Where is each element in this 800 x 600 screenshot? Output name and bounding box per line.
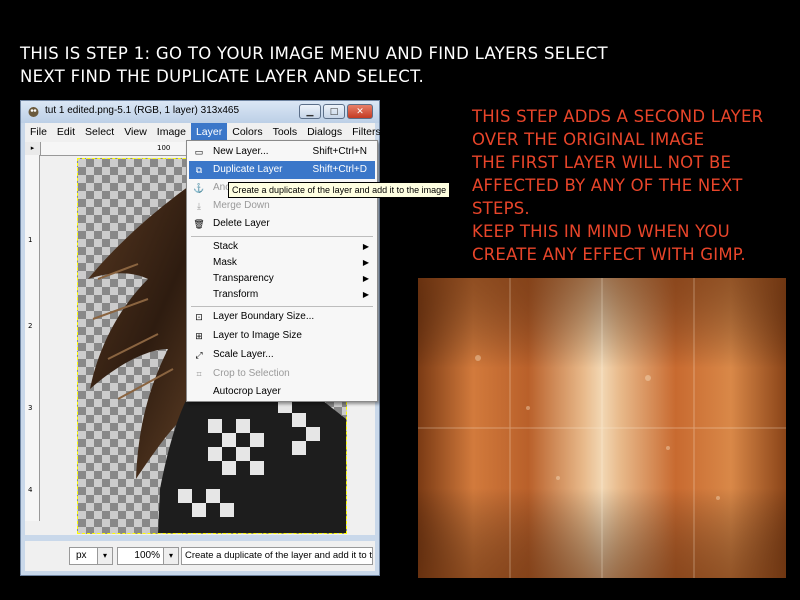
ruler-label: 4	[28, 486, 33, 494]
heading-line-2: NEXT FIND THE DUPLICATE LAYER AND SELECT…	[20, 67, 425, 86]
close-button[interactable]: ✕	[347, 104, 373, 119]
menu-separator	[191, 306, 373, 307]
layer-to-image-icon: ⊞	[195, 331, 203, 341]
window-title: tut 1 edited.png-5.1 (RGB, 1 layer) 313x…	[45, 105, 240, 116]
unit-select[interactable]: px ▾	[69, 547, 113, 565]
menu-item-label: Crop to Selection	[213, 368, 290, 379]
chevron-down-icon[interactable]: ▾	[163, 548, 178, 564]
duplicate-layer-icon: ⧉	[195, 165, 203, 175]
menu-select[interactable]: Select	[80, 123, 119, 142]
menu-separator	[191, 236, 373, 237]
copper-texture-image	[418, 278, 786, 578]
new-layer-icon: ▭	[194, 147, 204, 157]
menu-edit[interactable]: Edit	[52, 123, 80, 142]
menu-item-label: Mask	[213, 257, 237, 268]
scale-icon: ⤢	[195, 350, 203, 360]
note-line: AFFECTED BY ANY OF THE NEXT	[472, 176, 743, 195]
window-titlebar[interactable]: tut 1 edited.png-5.1 (RGB, 1 layer) 313x…	[21, 101, 379, 123]
menu-item-label: Autocrop Layer	[213, 386, 281, 397]
menu-item-shortcut: Shift+Ctrl+N	[312, 146, 367, 157]
quick-mask-toggle[interactable]: ▸	[25, 142, 41, 156]
status-message: Create a duplicate of the layer and add …	[181, 547, 373, 565]
menu-item-label: Layer to Image Size	[213, 330, 302, 341]
menu-item-label: Layer Boundary Size...	[213, 311, 315, 322]
status-bar: px ▾ 100% ▾ Create a duplicate of the la…	[25, 541, 375, 571]
unit-value: px	[76, 550, 87, 561]
menu-file[interactable]: File	[25, 123, 52, 142]
gimp-app-icon	[27, 105, 40, 118]
step-heading: THIS IS STEP 1: GO TO YOUR IMAGE MENU AN…	[20, 42, 608, 88]
menu-view[interactable]: View	[119, 123, 152, 142]
menu-item-merge-down[interactable]: ⤓ Merge Down	[189, 197, 375, 215]
note-line: OVER THE ORIGINAL IMAGE	[472, 130, 705, 149]
menu-item-label: Transparency	[213, 273, 274, 284]
menu-item-label: Duplicate Layer	[213, 164, 283, 175]
menu-item-delete-layer[interactable]: 🗑 Delete Layer	[189, 215, 375, 233]
chevron-down-icon[interactable]: ▾	[97, 548, 112, 564]
menu-item-label: New Layer...	[213, 146, 269, 157]
menu-item-label: Delete Layer	[213, 218, 270, 229]
menu-item-shortcut: Shift+Ctrl+D	[312, 164, 367, 175]
menu-item-crop-to-selection[interactable]: ⌗ Crop to Selection	[189, 365, 375, 383]
ruler-label: 100	[157, 144, 171, 152]
menu-item-label: Scale Layer...	[213, 349, 274, 360]
note-line: STEPS.	[472, 199, 530, 218]
maximize-button[interactable]: □	[323, 104, 345, 119]
layer-menu-dropdown: ▭ New Layer... Shift+Ctrl+N ⧉ Duplicate …	[186, 140, 378, 402]
minimize-button[interactable]: ▁	[299, 104, 321, 119]
zoom-value: 100%	[134, 550, 160, 561]
menu-item-layer-to-image-size[interactable]: ⊞ Layer to Image Size	[189, 327, 375, 345]
vertical-ruler[interactable]: 1 2 3 4	[25, 155, 40, 521]
heading-line-1: THIS IS STEP 1: GO TO YOUR IMAGE MENU AN…	[20, 44, 608, 63]
ruler-label: 2	[28, 322, 33, 330]
duplicate-layer-tooltip: Create a duplicate of the layer and add …	[228, 182, 451, 198]
merge-down-icon: ⤓	[197, 201, 201, 211]
menu-item-scale-layer[interactable]: ⤢ Scale Layer...	[189, 346, 375, 364]
note-line: KEEP THIS IN MIND WHEN YOU	[472, 222, 730, 241]
ruler-label: 3	[28, 404, 33, 412]
menu-item-autocrop-layer[interactable]: Autocrop Layer	[189, 383, 375, 401]
step-note: THIS STEP ADDS A SECOND LAYER OVER THE O…	[472, 105, 763, 266]
note-line: CREATE ANY EFFECT WITH GIMP.	[472, 245, 746, 264]
note-line: THIS STEP ADDS A SECOND LAYER	[472, 107, 764, 126]
ruler-label: 1	[28, 236, 33, 244]
menu-item-duplicate-layer[interactable]: ⧉ Duplicate Layer Shift+Ctrl+D	[189, 161, 375, 179]
anchor-icon: ⚓	[193, 183, 205, 193]
window-controls: ▁ □ ✕	[299, 104, 373, 119]
menu-item-label: Stack	[213, 241, 239, 252]
menu-item-label: Merge Down	[213, 200, 270, 211]
trash-icon: 🗑	[193, 219, 205, 229]
menu-item-transform[interactable]: Transform ▶	[189, 286, 375, 304]
submenu-arrow-icon: ▶	[362, 290, 369, 299]
zoom-select[interactable]: 100% ▾	[117, 547, 179, 565]
menu-item-layer-boundary-size[interactable]: ⊡ Layer Boundary Size...	[189, 308, 375, 326]
boundary-size-icon: ⊡	[195, 312, 203, 322]
note-line: THE FIRST LAYER WILL NOT BE	[472, 153, 732, 172]
menu-item-new-layer[interactable]: ▭ New Layer... Shift+Ctrl+N	[189, 143, 375, 161]
crop-icon: ⌗	[196, 369, 202, 379]
menu-item-label: Transform	[213, 289, 259, 300]
